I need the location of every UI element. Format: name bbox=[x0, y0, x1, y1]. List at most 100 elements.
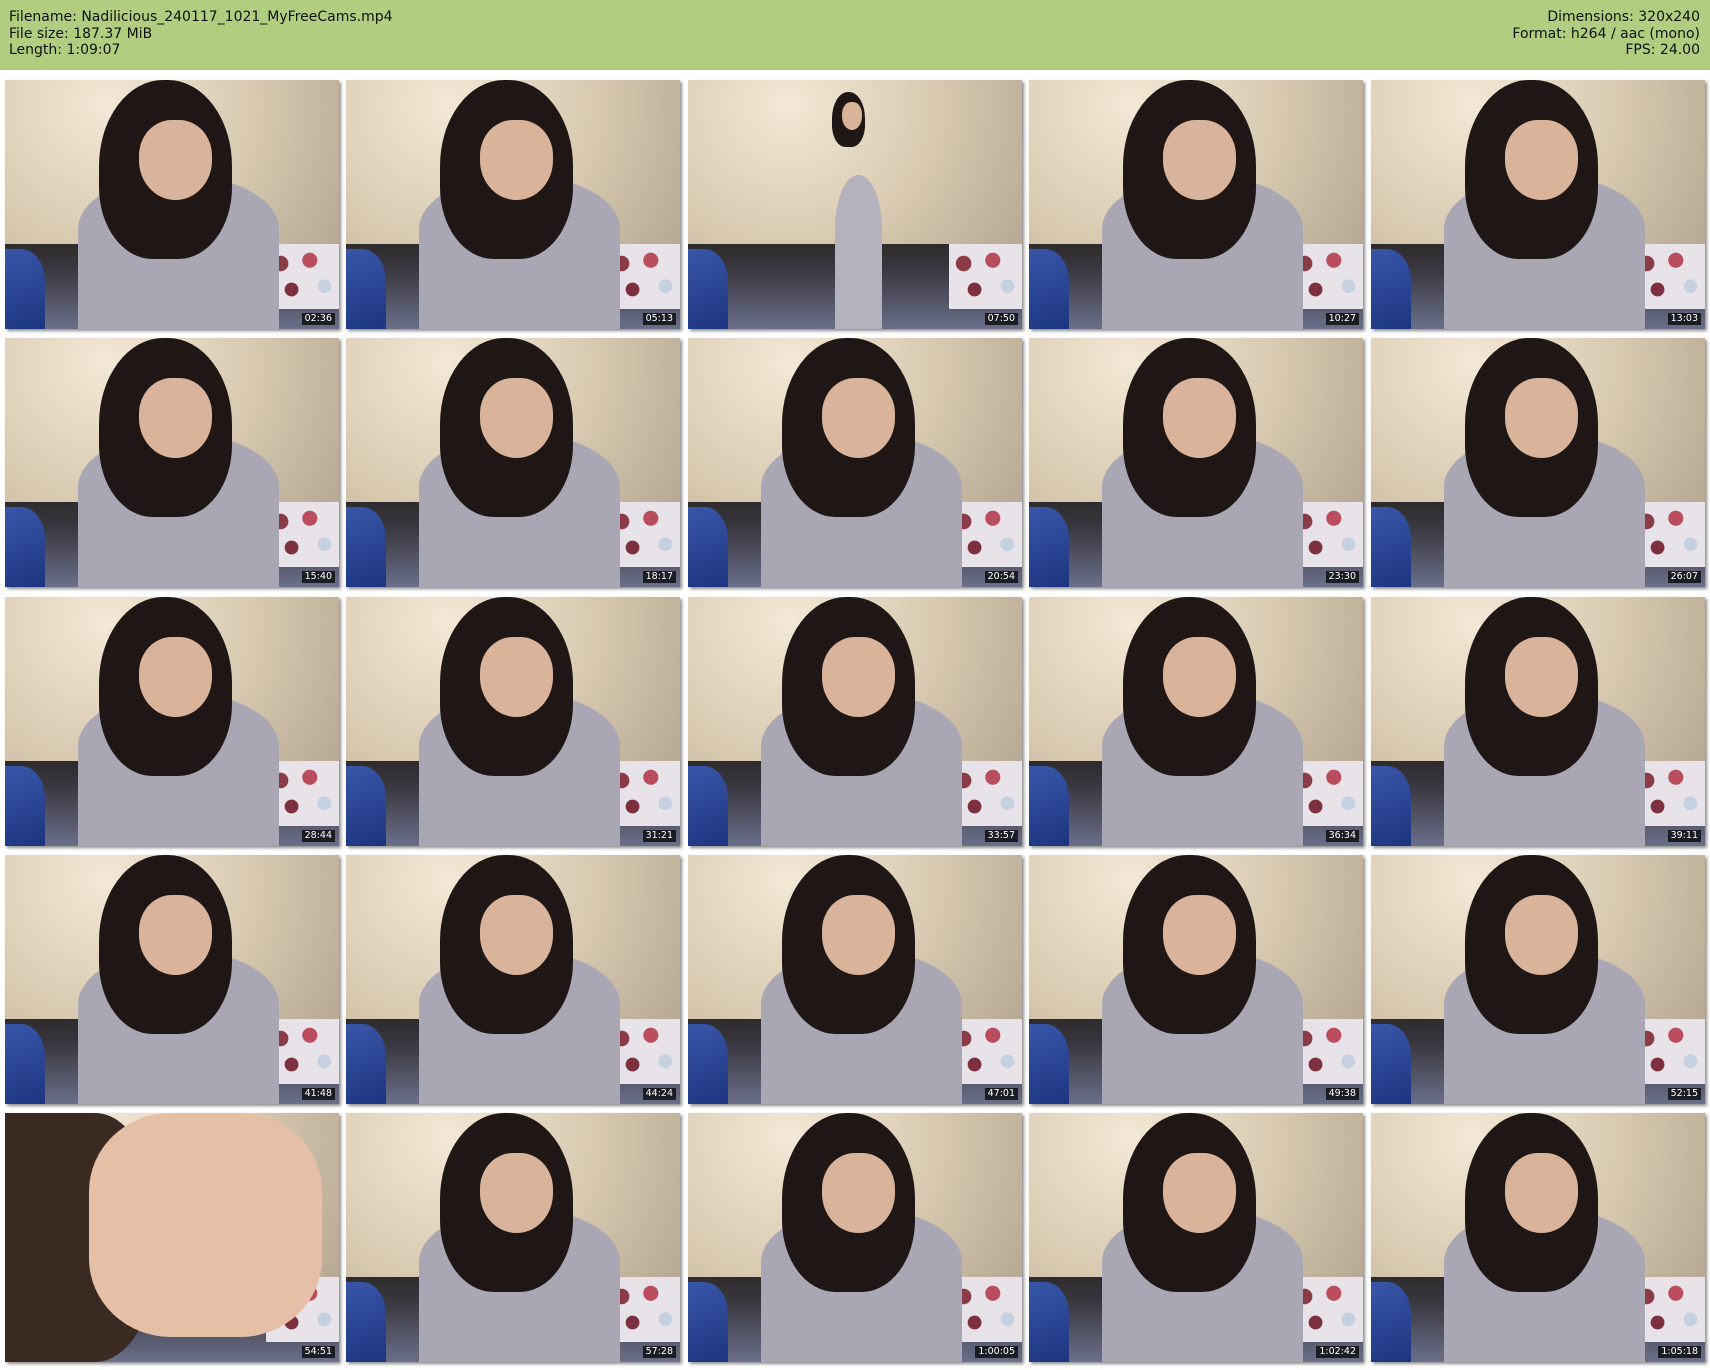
thumbnail-blanket bbox=[1371, 766, 1412, 846]
format-label: Format: bbox=[1512, 25, 1567, 42]
thumbnail-pillow bbox=[948, 244, 1022, 310]
thumbnail-face bbox=[479, 377, 554, 458]
thumbnail-face bbox=[821, 377, 896, 458]
video-thumbnail: 1:00:05 bbox=[688, 1113, 1022, 1362]
video-thumbnail: 52:15 bbox=[1371, 855, 1705, 1104]
thumbnail-timestamp: 07:50 bbox=[984, 313, 1018, 325]
thumbnail-face bbox=[138, 119, 213, 200]
thumbnail-face bbox=[138, 377, 213, 458]
thumbnail-face bbox=[1162, 119, 1237, 200]
thumbnail-timestamp: 23:30 bbox=[1325, 571, 1359, 583]
thumbnail-face bbox=[1504, 377, 1579, 458]
file-size-row: File size: 187.37 MiB bbox=[9, 26, 393, 43]
thumbnail-blanket bbox=[688, 766, 729, 846]
thumbnail-timestamp: 02:36 bbox=[301, 313, 335, 325]
video-thumbnail: 07:50 bbox=[688, 80, 1022, 329]
video-thumbnail: 28:44 bbox=[5, 597, 339, 846]
video-thumbnail: 1:02:42 bbox=[1029, 1113, 1363, 1362]
thumbnail-blanket bbox=[346, 766, 387, 846]
thumbnail-timestamp: 44:24 bbox=[642, 1088, 676, 1100]
thumbnail-face bbox=[88, 1113, 323, 1338]
thumbnail-face bbox=[1504, 119, 1579, 200]
thumbnail-timestamp: 15:40 bbox=[301, 571, 335, 583]
thumbnail-timestamp: 57:28 bbox=[642, 1346, 676, 1358]
filename-row: Filename: Nadilicious_240117_1021_MyFree… bbox=[9, 9, 393, 26]
thumbnail-blanket bbox=[1371, 1282, 1412, 1362]
thumbnail-timestamp: 36:34 bbox=[1325, 830, 1359, 842]
thumbnail-blanket bbox=[5, 249, 46, 329]
thumbnail-blanket bbox=[346, 507, 387, 587]
thumbnail-face bbox=[1504, 636, 1579, 717]
thumbnail-blanket bbox=[688, 1024, 729, 1104]
thumbnail-timestamp: 26:07 bbox=[1667, 571, 1701, 583]
thumbnail-face bbox=[821, 636, 896, 717]
thumbnail-face bbox=[1162, 377, 1237, 458]
thumbnail-timestamp: 52:15 bbox=[1667, 1088, 1701, 1100]
dimensions-value: 320x240 bbox=[1638, 9, 1700, 25]
video-thumbnail: 54:51 bbox=[5, 1113, 339, 1362]
thumbnail-face bbox=[821, 894, 896, 975]
thumbnail-face bbox=[479, 119, 554, 200]
video-thumbnail: 18:17 bbox=[346, 338, 680, 587]
thumbnail-timestamp: 33:57 bbox=[984, 830, 1018, 842]
thumbnail-face bbox=[479, 1152, 554, 1233]
video-thumbnail: 26:07 bbox=[1371, 338, 1705, 587]
video-thumbnail: 44:24 bbox=[346, 855, 680, 1104]
thumbnail-timestamp: 1:02:42 bbox=[1316, 1346, 1359, 1358]
thumbnail-face bbox=[1504, 1152, 1579, 1233]
video-thumbnail: 39:11 bbox=[1371, 597, 1705, 846]
filename-value: Nadilicious_240117_1021_MyFreeCams.mp4 bbox=[81, 9, 393, 25]
thumbnail-blanket bbox=[1371, 507, 1412, 587]
video-thumbnail: 05:13 bbox=[346, 80, 680, 329]
thumbnail-face bbox=[1504, 894, 1579, 975]
format-row: Format: h264 / aac (mono) bbox=[1512, 26, 1700, 43]
thumbnail-face bbox=[138, 636, 213, 717]
thumbnail-blanket bbox=[5, 766, 46, 846]
thumbnail-timestamp: 39:11 bbox=[1667, 830, 1701, 842]
thumbnail-blanket bbox=[1029, 1024, 1070, 1104]
thumbnail-face bbox=[841, 102, 862, 130]
thumbnail-blanket bbox=[1029, 766, 1070, 846]
thumbnail-blanket bbox=[5, 507, 46, 587]
file-size-label: File size: bbox=[9, 25, 69, 42]
video-thumbnail: 41:48 bbox=[5, 855, 339, 1104]
thumbnail-timestamp: 18:17 bbox=[642, 571, 676, 583]
thumbnail-face bbox=[479, 636, 554, 717]
video-thumbnail: 23:30 bbox=[1029, 338, 1363, 587]
thumbnail-blanket bbox=[688, 507, 729, 587]
thumbnail-blanket bbox=[1029, 507, 1070, 587]
video-thumbnail: 20:54 bbox=[688, 338, 1022, 587]
thumbnail-timestamp: 13:03 bbox=[1667, 313, 1701, 325]
video-thumbnail: 1:05:18 bbox=[1371, 1113, 1705, 1362]
video-thumbnail: 47:01 bbox=[688, 855, 1022, 1104]
thumbnail-person bbox=[834, 174, 882, 329]
thumbnail-timestamp: 54:51 bbox=[301, 1346, 335, 1358]
length-label: Length: bbox=[9, 42, 63, 58]
file-size-value: 187.37 MiB bbox=[73, 25, 153, 42]
filename-label: Filename: bbox=[9, 9, 77, 25]
video-thumbnail: 33:57 bbox=[688, 597, 1022, 846]
video-thumbnail: 15:40 bbox=[5, 338, 339, 587]
video-thumbnail: 10:27 bbox=[1029, 80, 1363, 329]
thumbnail-timestamp: 31:21 bbox=[642, 830, 676, 842]
fps-value: 24.00 bbox=[1659, 42, 1700, 58]
thumbnail-blanket bbox=[688, 249, 729, 329]
info-header: Filename: Nadilicious_240117_1021_MyFree… bbox=[0, 0, 1710, 70]
video-thumbnail: 36:34 bbox=[1029, 597, 1363, 846]
thumbnail-blanket bbox=[5, 1024, 46, 1104]
thumbnail-timestamp: 20:54 bbox=[984, 571, 1018, 583]
length-value: 1:09:07 bbox=[66, 42, 121, 58]
thumbnail-face bbox=[479, 894, 554, 975]
thumbnail-blanket bbox=[1029, 1282, 1070, 1362]
thumbnail-face bbox=[821, 1152, 896, 1233]
thumbnail-blanket bbox=[346, 1282, 387, 1362]
thumbnail-face bbox=[1162, 894, 1237, 975]
thumbnail-timestamp: 05:13 bbox=[642, 313, 676, 325]
thumbnail-timestamp: 28:44 bbox=[301, 830, 335, 842]
fps-label: FPS: bbox=[1625, 42, 1656, 58]
thumbnail-grid: 02:36 05:13 07:50 10:27 13:03 15:40 18:17 20:54… bbox=[5, 80, 1708, 1366]
media-info: Dimensions: 320x240 Format: h264 / aac (… bbox=[1512, 9, 1700, 59]
video-thumbnail: 49:38 bbox=[1029, 855, 1363, 1104]
video-thumbnail: 02:36 bbox=[5, 80, 339, 329]
length-row: Length: 1:09:07 bbox=[9, 42, 393, 59]
